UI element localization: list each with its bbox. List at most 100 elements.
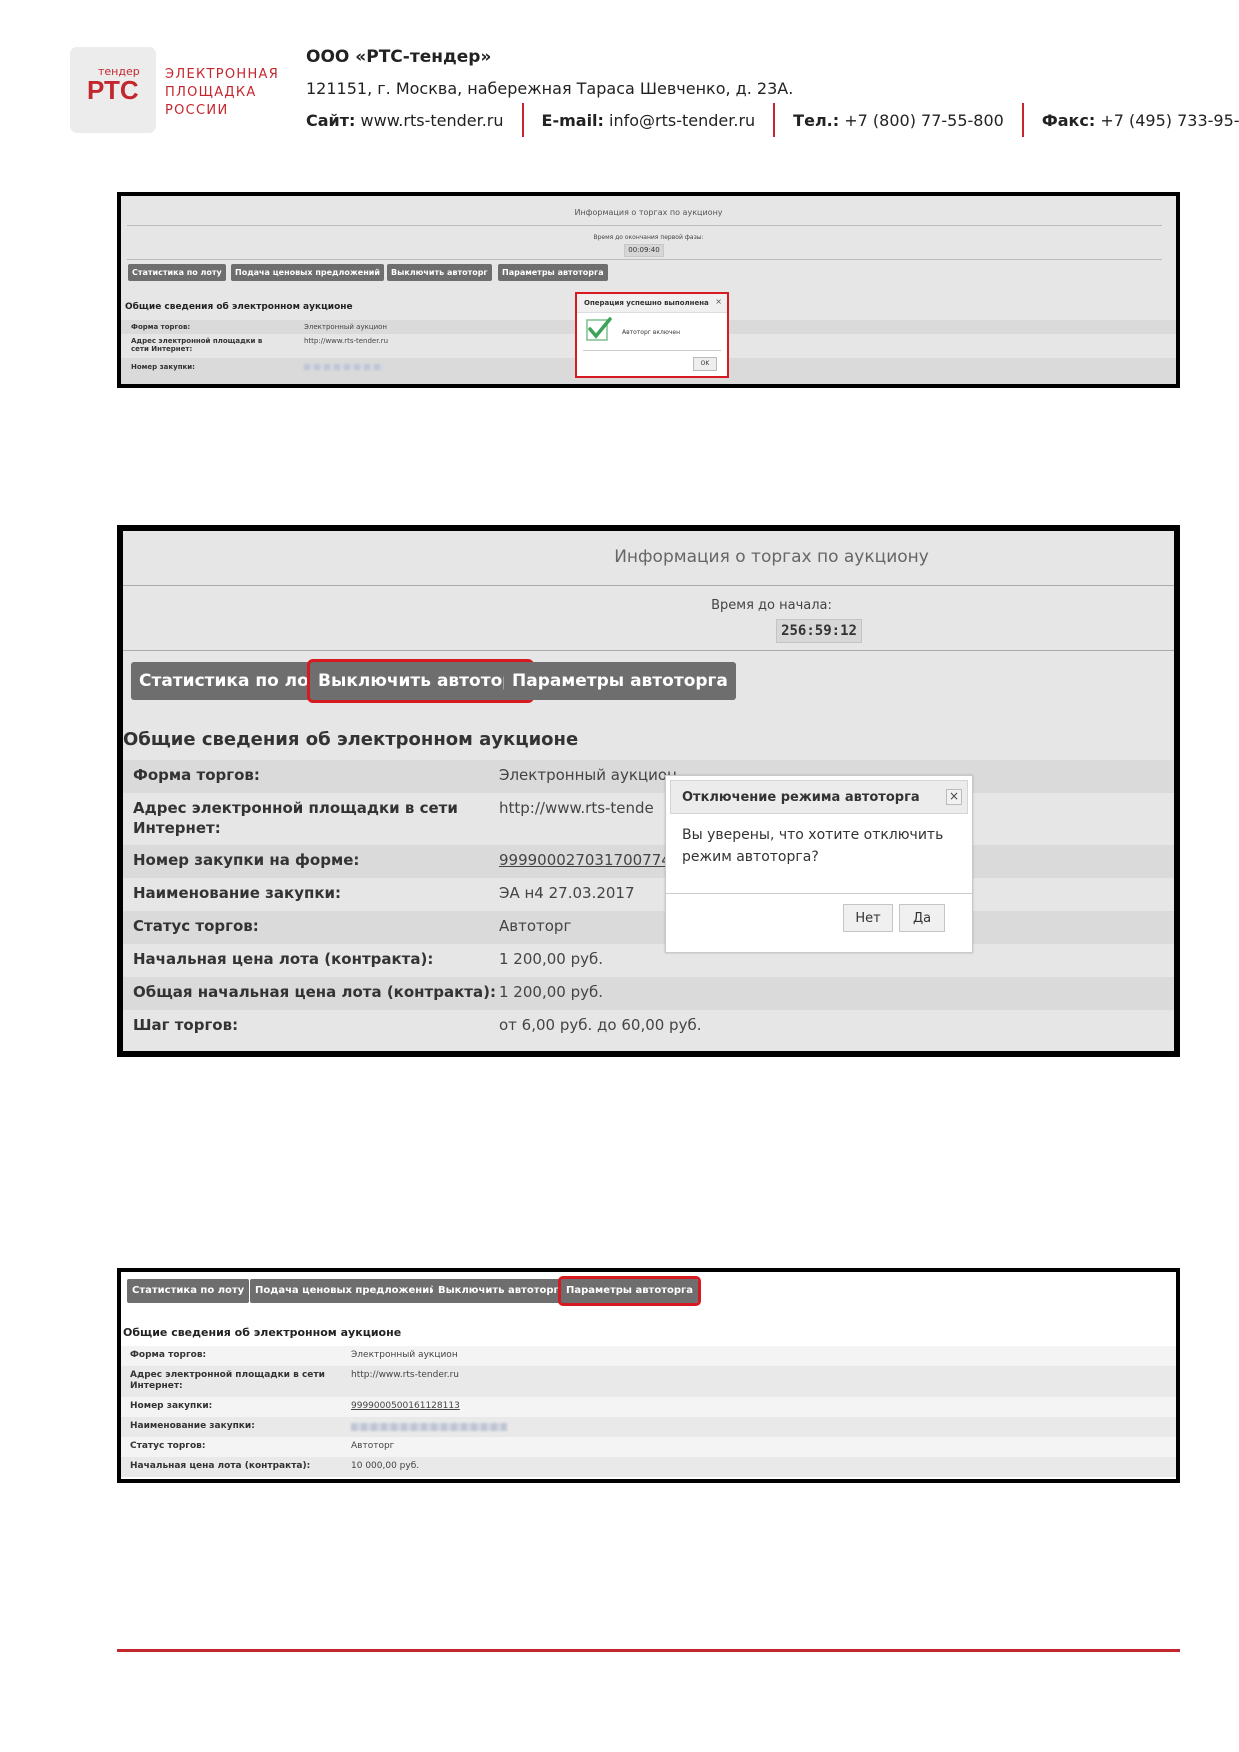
close-icon[interactable]: ×	[715, 297, 722, 306]
row-key: Общая начальная цена лота (контракта):	[133, 983, 496, 1001]
dialog-message-line: режим автоторга?	[682, 849, 819, 865]
section-heading: Общие сведения об электронном аукционе	[123, 729, 579, 750]
divider	[127, 259, 1162, 260]
table-row: Номер закупки на форме: 9999000270317007…	[123, 845, 1174, 878]
table-row: Статус торгов: Автоторг	[123, 911, 1174, 944]
table-row: Общая начальная цена лота (контракта): 1…	[123, 977, 1174, 1010]
divider	[123, 650, 1174, 651]
yes-button[interactable]: Да	[899, 904, 945, 932]
row-key: Форма торгов:	[133, 766, 260, 784]
logo-big-text: РТС	[87, 75, 139, 105]
contact-separator	[521, 103, 524, 137]
autotrade-params-button[interactable]: Параметры автоторга	[504, 662, 736, 700]
lot-stats-button[interactable]: Статистика по лоту	[131, 662, 338, 700]
purchase-number-link[interactable]: 9999000500161128113	[351, 1401, 460, 1411]
fax-label: Факс:	[1041, 110, 1096, 130]
row-key: Шаг торгов:	[133, 1016, 239, 1034]
divider	[583, 350, 721, 351]
row-value: Электронный аукцион	[499, 766, 677, 784]
row-key: Номер закупки:	[131, 363, 195, 371]
row-value: Автоторг	[351, 1441, 395, 1451]
row-value: Электронный аукцион	[304, 323, 387, 331]
no-button[interactable]: Нет	[843, 904, 893, 932]
checkmark-icon	[586, 317, 612, 341]
submit-bids-button[interactable]: Подача ценовых предложений	[231, 264, 384, 281]
row-key: Форма торгов:	[130, 1350, 207, 1360]
row-key: Номер закупки:	[130, 1401, 213, 1411]
footer-divider	[117, 1649, 1180, 1652]
success-dialog: Операция успешно выполнена × Автоторг вк…	[575, 292, 729, 378]
row-value: 10 000,00 руб.	[351, 1461, 420, 1471]
table-row: Форма торгов: Электронный аукцион	[123, 760, 1174, 793]
screenshot-disable-autotrade: Информация о торгах по аукциону Время до…	[117, 525, 1180, 1057]
table-row: Шаг торгов: от 6,00 руб. до 60,00 руб.	[123, 1010, 1174, 1043]
purchase-number-link[interactable]: 999900027031700774	[499, 851, 671, 869]
table-row: Форма торгов: Электронный аукцион	[121, 1346, 1176, 1366]
table-row: Адрес электронной площадки в сети Интерн…	[121, 1366, 1176, 1397]
row-key: Номер закупки на форме:	[133, 851, 360, 869]
email-value: info@rts-tender.ru	[609, 110, 756, 130]
divider	[666, 893, 972, 894]
rts-logo: тендер РТС	[70, 47, 156, 133]
table-row: Начальная цена лота (контракта): 1 200,0…	[123, 944, 1174, 977]
row-key: Начальная цена лота (контракта):	[130, 1461, 311, 1471]
blurred-value	[351, 1423, 507, 1431]
contacts-bar: Сайт: www.rts-tender.ru E-mail: info@rts…	[306, 103, 1239, 137]
phone-label: Тел.:	[793, 110, 840, 130]
table-row: Статус торгов: Автоторг	[121, 1437, 1176, 1457]
table-row: Наименование закупки: ЭА н4 27.03.2017	[123, 878, 1174, 911]
close-icon[interactable]: ×	[946, 789, 962, 805]
row-value: http://www.rts-tende	[499, 799, 654, 817]
autotrade-params-button[interactable]: Параметры автоторга	[498, 264, 608, 281]
disable-autotrade-button[interactable]: Выключить автоторг	[433, 1279, 564, 1303]
section-heading: Общие сведения об электронном аукционе	[125, 302, 353, 312]
divider	[127, 225, 1162, 226]
timer-label: Время до окончания первой фазы:	[593, 234, 704, 241]
row-key: Адрес электронной площадки в сети	[133, 799, 458, 817]
row-key: Статус торгов:	[130, 1441, 206, 1451]
timer-label: Время до начала:	[711, 598, 832, 613]
row-value: ЭА н4 27.03.2017	[499, 884, 635, 902]
fax-value: +7 (495) 733-95-19	[1100, 110, 1239, 130]
disable-autotrade-button[interactable]: Выключить автоторг	[387, 264, 492, 281]
lot-stats-button[interactable]: Статистика по лоту	[128, 264, 226, 281]
company-name: ООО «РТС-тендер»	[306, 47, 492, 67]
table-row: Начальная цена лота (контракта): 10 000,…	[121, 1457, 1176, 1477]
dialog-message: Вы уверены, что хотите отключить режим а…	[682, 824, 958, 868]
contact-separator	[1021, 103, 1024, 137]
table-row: Номер закупки: 9999000500161128113	[121, 1397, 1176, 1417]
row-value: Автоторг	[499, 917, 572, 935]
row-value: 1 200,00 руб.	[499, 983, 603, 1001]
company-address: 121151, г. Москва, набережная Тараса Шев…	[306, 79, 794, 98]
blurred-value	[304, 364, 384, 370]
logo-caption: ЭЛЕКТРОННАЯ ПЛОЩАДКА РОССИИ	[165, 66, 279, 120]
email-label: E-mail:	[541, 110, 604, 130]
row-value: от 6,00 руб. до 60,00 руб.	[499, 1016, 702, 1034]
auction-info-title: Информация о торгах по аукциону	[574, 208, 723, 217]
autotrade-params-button[interactable]: Параметры автоторга	[558, 1276, 701, 1306]
logo-caption-line: ЭЛЕКТРОННАЯ	[165, 67, 280, 82]
auction-info-title: Информация о торгах по аукциону	[614, 547, 929, 567]
phone-value: +7 (800) 77-55-800	[844, 110, 1004, 130]
row-key: Статус торгов:	[133, 917, 259, 935]
row-value: http://www.rts-tender.ru	[351, 1370, 460, 1380]
screenshot-autotrade-enabled: Информация о торгах по аукциону Время до…	[117, 192, 1180, 388]
dialog-title: Отключение режима автоторга	[670, 780, 968, 814]
contact-separator	[773, 103, 776, 137]
site-value: www.rts-tender.ru	[360, 110, 504, 130]
dialog-title: Операция успешно выполнена	[577, 294, 727, 313]
row-key: Форма торгов:	[131, 323, 191, 331]
table-row: Адрес электронной площадки в сети Интерн…	[123, 793, 1174, 845]
section-heading: Общие сведения об электронном аукционе	[123, 1326, 402, 1339]
site-label: Сайт:	[306, 110, 356, 130]
disable-autotrade-button[interactable]: Выключить автоторг	[306, 659, 535, 703]
row-key: Начальная цена лота (контракта):	[133, 950, 434, 968]
row-key: Адрес электронной площадки в сети Интерн…	[131, 337, 263, 353]
row-key: Наименование закупки:	[133, 884, 342, 902]
screenshot-autotrade-params: Статистика по лоту Подача ценовых предло…	[117, 1268, 1180, 1483]
ok-button[interactable]: OK	[693, 357, 717, 371]
table-row: Наименование закупки:	[121, 1417, 1176, 1437]
submit-bids-button[interactable]: Подача ценовых предложений	[250, 1279, 442, 1303]
lot-stats-button[interactable]: Статистика по лоту	[127, 1279, 250, 1303]
row-value: 1 200,00 руб.	[499, 950, 603, 968]
